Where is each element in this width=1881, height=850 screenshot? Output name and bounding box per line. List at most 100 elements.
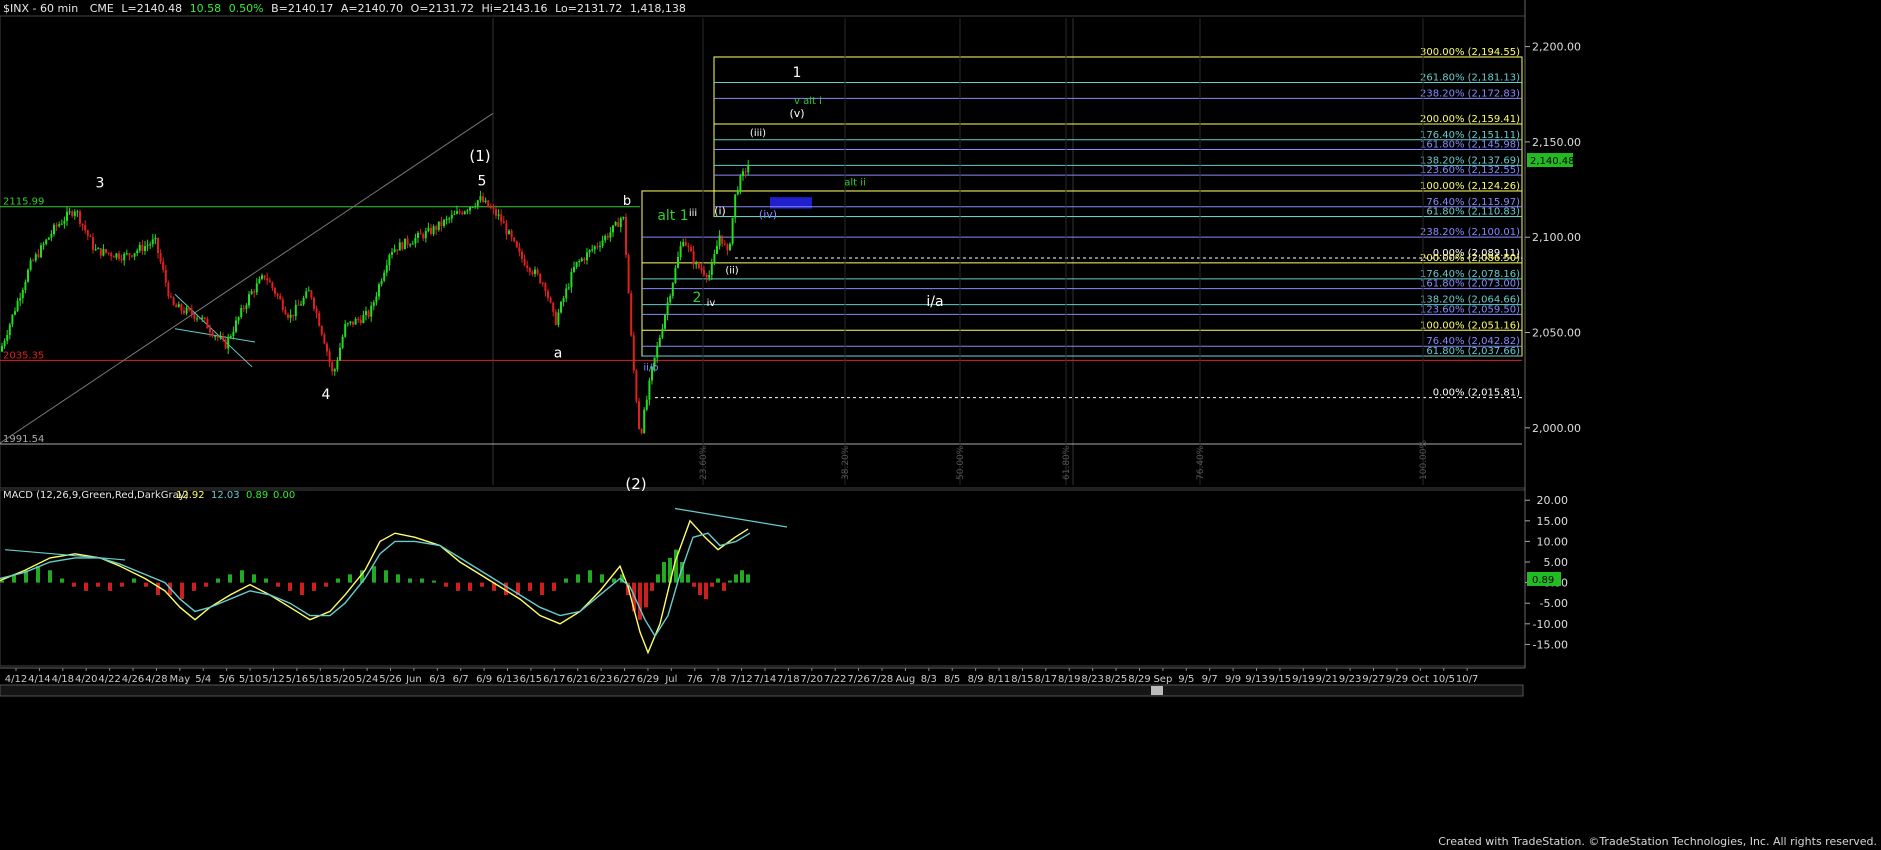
- price-bar: [661, 328, 664, 338]
- x-tick-label: 9/15: [1269, 674, 1291, 685]
- last-price-readout: L=2140.48: [121, 2, 183, 15]
- x-tick-label: 9/23: [1339, 674, 1361, 685]
- macd-value: 0.00: [273, 490, 295, 501]
- price-bars: [1, 159, 750, 435]
- price-bar: [162, 261, 165, 270]
- macd-histogram-bar: [348, 574, 352, 583]
- macd-tick-label: 5.00: [1544, 556, 1569, 569]
- key-level-label: 2035.35: [3, 350, 44, 361]
- price-bar: [666, 302, 669, 315]
- wave-label: 4: [322, 387, 331, 403]
- x-tick-label: 8/25: [1105, 674, 1127, 685]
- price-bar: [227, 337, 230, 349]
- price-bar: [365, 311, 367, 316]
- price-bar: [40, 245, 42, 257]
- price-bar: [378, 284, 380, 297]
- price-bar: [242, 308, 245, 310]
- price-bar: [547, 291, 549, 298]
- macd-histogram-bar: [740, 570, 744, 583]
- macd-histogram-bar: [564, 578, 568, 583]
- price-bar: [643, 409, 646, 433]
- price-bar: [232, 331, 235, 337]
- price-bar: [474, 206, 477, 208]
- price-bar: [222, 336, 224, 340]
- fib-level-label: 61.80% (2,110.83): [1426, 207, 1520, 218]
- price-bar: [196, 318, 198, 320]
- macd-histogram-bar: [240, 570, 244, 583]
- macd-histogram-bar: [710, 582, 714, 587]
- scrollbar-thumb[interactable]: [1151, 686, 1163, 695]
- price-bar: [276, 293, 279, 296]
- price-bar: [417, 232, 419, 238]
- x-tick-label: 4/12: [5, 674, 27, 685]
- price-bar: [443, 219, 445, 226]
- price-bar: [84, 225, 87, 231]
- price-bar: [76, 211, 79, 213]
- price-bar: [432, 226, 435, 234]
- price-bar: [188, 307, 191, 310]
- price-bar: [500, 214, 503, 222]
- price-bar: [258, 278, 261, 284]
- wave-label: alt ii: [844, 178, 866, 189]
- price-bar: [627, 254, 630, 294]
- wave-label: i/a: [926, 294, 943, 310]
- x-tick-label: 5/20: [332, 674, 354, 685]
- price-bar: [747, 165, 750, 173]
- price-bar: [63, 220, 66, 224]
- macd-histogram-bar: [132, 578, 136, 583]
- price-bar: [539, 273, 542, 283]
- price-bar: [50, 233, 53, 238]
- price-bar: [326, 343, 328, 352]
- price-bar: [37, 254, 40, 257]
- y-tick-label: 2,100.00: [1532, 231, 1581, 244]
- price-bar: [34, 254, 37, 261]
- x-tick-label: 4/26: [122, 674, 144, 685]
- price-bar: [632, 335, 635, 371]
- low-readout: Lo=2131.72: [555, 2, 623, 15]
- price-bar: [695, 262, 698, 265]
- x-tick-label: Sep: [1153, 674, 1172, 685]
- macd-histogram-bar: [746, 574, 750, 583]
- price-bar: [744, 171, 747, 173]
- price-bar: [370, 305, 373, 317]
- price-bar: [739, 176, 742, 191]
- price-bar: [58, 224, 61, 227]
- x-tick-label: 5/12: [262, 674, 284, 685]
- wave-label: a: [554, 345, 563, 361]
- price-bar: [674, 267, 677, 283]
- price-bar: [320, 326, 323, 335]
- x-tick-label: 6/15: [520, 674, 542, 685]
- price-bar: [534, 269, 536, 275]
- open-readout: O=2131.72: [410, 2, 475, 15]
- fib-level-label: 61.80% (2,037.66): [1426, 346, 1520, 357]
- x-tick-label: 7/6: [687, 674, 703, 685]
- x-tick-label: 9/7: [1202, 674, 1218, 685]
- x-tick-label: 9/27: [1362, 674, 1384, 685]
- price-bar: [586, 252, 588, 261]
- macd-histogram-bar: [336, 578, 340, 583]
- macd-histogram-bar: [60, 578, 64, 583]
- key-level-label: 1991.54: [3, 434, 44, 445]
- time-fib-label: 50.00%: [956, 445, 966, 480]
- price-bar: [391, 252, 393, 255]
- macd-histogram-bar: [686, 574, 690, 583]
- price-bar: [214, 336, 217, 338]
- x-tick-label: 6/7: [453, 674, 469, 685]
- fib-level-label: 0.00% (2,015.81): [1433, 388, 1520, 399]
- price-bar: [81, 223, 84, 226]
- price-bar: [383, 272, 386, 281]
- macd-histogram-bar: [372, 566, 376, 583]
- price-bar: [557, 312, 560, 325]
- price-bar: [73, 211, 76, 216]
- time-fib-label: 76.40%: [1196, 445, 1206, 480]
- price-bar: [625, 217, 627, 255]
- x-tick-label: 9/5: [1178, 674, 1194, 685]
- x-tick-label: 5/26: [379, 674, 401, 685]
- price-bar: [255, 283, 258, 293]
- x-tick-label: 6/23: [590, 674, 612, 685]
- price-bar: [684, 242, 687, 246]
- price-bar: [209, 328, 211, 333]
- horizontal-scrollbar[interactable]: [0, 684, 1524, 697]
- macd-histogram-bar: [692, 582, 696, 587]
- x-tick-label: Jun: [405, 674, 422, 685]
